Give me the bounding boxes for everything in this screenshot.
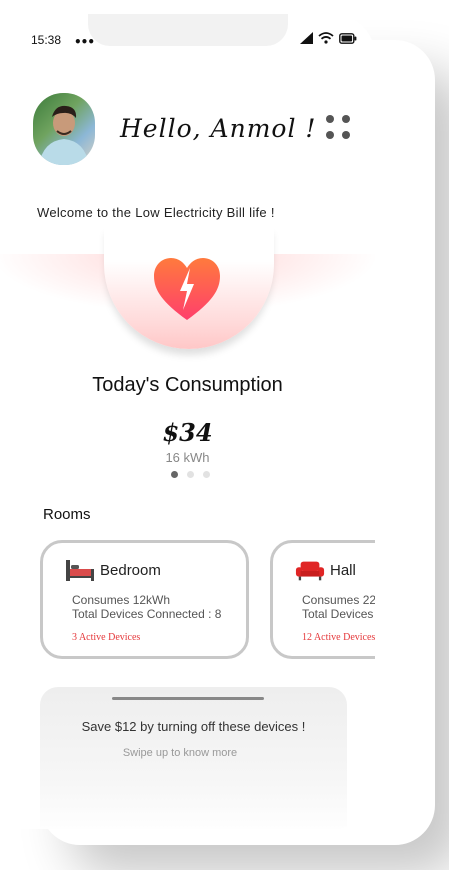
room-active-devices: 3 Active Devices <box>72 632 141 643</box>
room-card-bedroom[interactable]: Bedroom Consumes 12kWh Total Devices Con… <box>40 540 249 659</box>
bed-icon <box>66 560 94 581</box>
page-dot[interactable] <box>187 471 194 478</box>
heart-bolt-icon <box>154 258 220 320</box>
grid-menu-icon[interactable] <box>326 115 352 141</box>
room-consumes: Consumes 12kWh <box>72 593 171 607</box>
status-more-dots: ••• <box>74 35 95 49</box>
signal-icon <box>300 32 313 44</box>
status-icons <box>300 32 357 44</box>
room-name: Bedroom <box>100 562 161 579</box>
room-active-devices: 12 Active Devices <box>302 632 375 643</box>
savings-tip: Save $12 by turning off these devices ! <box>81 719 306 734</box>
room-card-hall[interactable]: Hall Consumes 22kWh Total Devices Connec… <box>270 540 375 659</box>
notch <box>88 14 288 46</box>
swipe-hint: Swipe up to know more <box>122 747 238 759</box>
phone-screen: 15:38 ••• Hello, Anmol ! Welcome to the … <box>0 14 375 829</box>
sheet-drag-handle[interactable] <box>112 697 264 700</box>
wifi-icon <box>318 32 334 44</box>
page-dot-active[interactable] <box>171 471 178 478</box>
rooms-title: Rooms <box>43 506 91 523</box>
consumption-amount: $34 <box>162 418 213 447</box>
room-consumes: Consumes 22kWh <box>302 593 375 607</box>
user-avatar <box>39 105 89 165</box>
avatar[interactable] <box>33 93 95 165</box>
greeting-text: Hello, Anmol ! <box>120 114 317 143</box>
welcome-text: Welcome to the Low Electricity Bill life… <box>37 205 275 220</box>
room-devices: Total Devices Connected : 14 <box>302 607 375 621</box>
page-indicator[interactable] <box>171 471 210 478</box>
page-dot[interactable] <box>203 471 210 478</box>
room-name: Hall <box>330 562 356 579</box>
status-time: 15:38 <box>31 33 62 47</box>
consumption-usage: 16 kWh <box>165 450 210 465</box>
consumption-title: Today's Consumption <box>92 374 283 396</box>
battery-icon <box>339 32 357 44</box>
savings-bottom-sheet[interactable]: Save $12 by turning off these devices ! … <box>40 687 347 829</box>
room-devices: Total Devices Connected : 8 <box>72 607 222 621</box>
sofa-icon <box>295 561 325 581</box>
